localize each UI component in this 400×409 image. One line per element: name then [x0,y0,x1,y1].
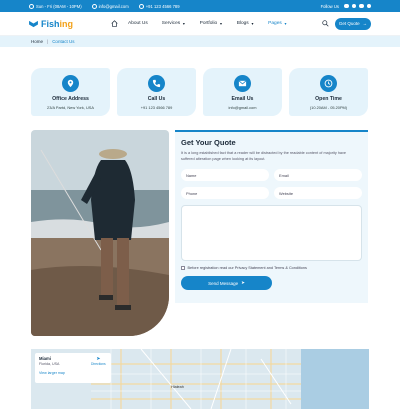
quote-form: Get Your Quote It is a long established … [175,130,368,303]
hours-text: Sun - Fri (08AM - 10PM) [36,3,82,9]
clock-icon [324,79,333,88]
phone-icon [152,79,161,88]
nav-label: Pages [268,21,282,26]
hours-item: Sun - Fri (08AM - 10PM) [29,3,82,9]
clock-icon [29,3,34,9]
terms-text: Before registration read our Privacy Sta… [187,266,307,270]
info-card-email: Email Us info@gmail.com [203,68,282,116]
chevron-down-icon: ▼ [283,21,288,26]
phone-field[interactable]: Phone [181,187,269,199]
quote-title: Get Your Quote [181,138,236,147]
name-placeholder: Name [186,172,197,178]
nav-label: Services [161,21,181,26]
directions-button[interactable]: ➤ Directions [91,356,106,366]
arrow-right-icon: → [362,21,368,26]
terms-checkbox[interactable] [181,266,185,270]
name-field[interactable]: Name [181,169,269,181]
get-quote-button[interactable]: Get Quote → [335,17,371,30]
instagram-icon[interactable] [366,3,371,9]
email-item[interactable]: info@gmail.com [91,3,129,9]
icon-circle [62,75,79,92]
breadcrumb: Home | Contact Us [0,36,400,47]
message-textarea[interactable] [181,205,362,261]
nav-label: Blogs [236,21,249,26]
chevron-down-icon: ▼ [250,21,255,26]
card-value: 23/A Partd, New York, USA [47,105,94,110]
info-card-open-time: Open Time (10.20AM - 05.20PM) [289,68,368,116]
card-value: (10.20AM - 05.20PM) [309,105,348,110]
logo[interactable]: Fish ing [29,19,73,29]
location-map[interactable]: Hialeah Miami Florida, USA View larger m… [31,349,369,409]
mail-icon [91,3,97,9]
nav-item-blogs[interactable]: Blogs ▼ [237,21,254,26]
quote-description: It is a long established fact that a rea… [181,151,347,161]
breadcrumb-current: Contact Us [52,39,75,44]
social-area: Follow Us [321,4,371,9]
phone-icon [138,3,144,9]
mail-icon [238,80,247,87]
facebook-icon[interactable] [344,3,349,9]
logo-text-accent: ing [59,18,74,29]
cta-label: Get Quote [338,21,360,26]
email-text[interactable]: info@gmail.com [99,4,129,9]
phone-placeholder: Phone [186,190,198,196]
website-field[interactable]: Website [274,187,362,199]
nav-label: Portfolio [199,21,218,26]
icon-circle [148,75,165,92]
send-message-button[interactable]: Send Message ➤ [181,276,272,290]
phone-text[interactable]: +91 123 4566 789 [146,4,180,9]
send-label: Send Message [208,280,239,286]
card-value: info@gmail.com [228,105,257,110]
map-pin-icon [67,79,74,88]
larger-map-link[interactable]: View larger map [39,371,107,375]
email-placeholder: Email [279,172,289,178]
website-placeholder: Website [279,190,293,196]
email-field[interactable]: Email [274,169,362,181]
card-title: Email Us [231,96,254,102]
main-header: Fish ing About Us Services ▼ Portfolio ▼ Bl… [0,12,400,36]
follow-label: Follow Us [320,3,339,9]
card-title: Call Us [147,96,166,102]
send-icon: ➤ [241,280,245,285]
chevron-down-icon: ▼ [182,21,186,26]
nav-item-pages[interactable]: Pages ▼ [268,21,287,26]
breadcrumb-separator: | [47,39,49,44]
fisherman-photo [31,130,169,336]
card-title: Office Address [52,96,89,102]
twitter-icon[interactable] [351,3,356,9]
icon-circle [320,75,337,92]
phone-item[interactable]: +91 123 4566 789 [138,3,180,9]
nav-item-services[interactable]: Services ▼ [162,21,186,26]
main-nav: About Us Services ▼ Portfolio ▼ Blogs ▼ Pag… [111,20,301,27]
search-icon[interactable] [322,20,329,27]
nav-item-portfolio[interactable]: Portfolio ▼ [200,21,223,26]
info-card-address: Office Address 23/A Partd, New York, USA [31,68,110,116]
chevron-down-icon: ▼ [219,21,223,26]
directions-label: Directions [91,362,106,366]
terms-row: Before registration read our Privacy Sta… [181,266,307,270]
fish-logo-icon [29,20,38,27]
logo-text-main: Fish [41,18,60,29]
map-city-label: Hialeah [171,385,184,389]
nav-item-about[interactable]: About Us [128,21,148,26]
icon-circle [234,75,251,92]
info-card-call: Call Us +91 123 4566 789 [117,68,196,116]
breadcrumb-home[interactable]: Home [31,39,43,44]
card-title: Open Time [315,96,342,102]
nav-label: About Us [128,21,148,26]
map-info-card: Miami Florida, USA View larger map ➤ Dir… [35,353,111,383]
linkedin-icon[interactable] [359,3,364,9]
home-icon[interactable] [111,20,118,27]
card-value: +91 123 4566 789 [140,105,173,110]
top-bar: Sun - Fri (08AM - 10PM) info@gmail.com +… [0,0,400,12]
